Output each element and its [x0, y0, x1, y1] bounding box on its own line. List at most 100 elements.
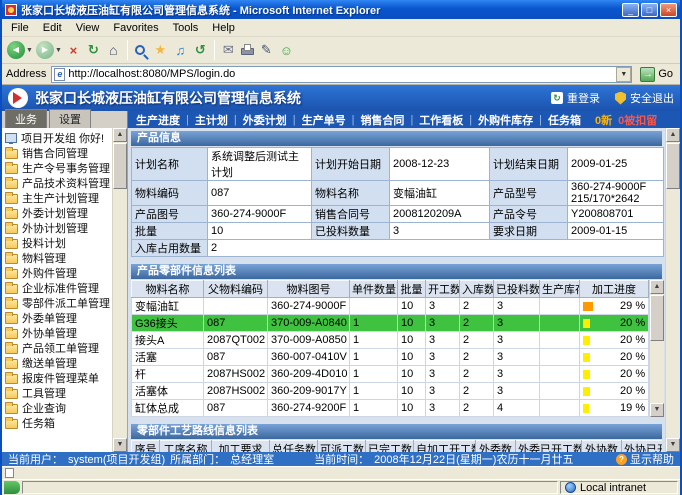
minimize-button[interactable]: _: [622, 3, 639, 17]
messenger-icon[interactable]: ☺: [278, 43, 295, 58]
table-row[interactable]: 活塞087360-007-0410V110323 20 %: [132, 349, 649, 366]
refresh-icon[interactable]: ↻: [85, 42, 102, 58]
menu-tools[interactable]: Tools: [166, 20, 206, 36]
sidebar-item[interactable]: 零部件派工单管理: [5, 295, 112, 310]
sidebar-item[interactable]: 外协单管理: [5, 325, 112, 340]
go-button[interactable]: → Go: [637, 67, 676, 82]
scroll-up-icon[interactable]: ▲: [113, 128, 127, 142]
sidebar-item-label: 外协单管理: [22, 325, 77, 340]
scrollbar-thumb[interactable]: [113, 143, 127, 189]
relogin-button[interactable]: ↻ 重登录: [551, 90, 600, 106]
sidebar-item[interactable]: 产品领工单管理: [5, 340, 112, 355]
table-row[interactable]: 变幅油缸360-274-9000F10323 29 %: [132, 298, 649, 315]
scroll-down-icon[interactable]: ▼: [666, 438, 680, 452]
sidebar-item[interactable]: 外委计划管理: [5, 205, 112, 220]
nav-item-5[interactable]: 工作看板: [419, 112, 463, 128]
menu-help[interactable]: Help: [205, 20, 242, 36]
address-input[interactable]: e http://localhost:8080/MPS/login.do ▼: [51, 66, 632, 83]
maximize-button[interactable]: □: [641, 3, 658, 17]
nav-item-4[interactable]: 销售合同: [360, 112, 404, 128]
progress-fill: [583, 387, 590, 396]
sidebar-item[interactable]: 物料管理: [5, 250, 112, 265]
sidebar-scrollbar[interactable]: ▲ ▼: [112, 128, 127, 452]
sidebar-item[interactable]: 缴送单管理: [5, 355, 112, 370]
scrollbar-thumb[interactable]: [650, 295, 664, 341]
back-dropdown-icon[interactable]: ▼: [26, 47, 33, 54]
tree-root[interactable]: 项目开发组 你好!: [5, 130, 112, 145]
sidebar-item[interactable]: 报废件管理菜单: [5, 370, 112, 385]
tab-business[interactable]: 业务: [5, 109, 47, 128]
cell: 087: [204, 400, 268, 417]
nav-item-6[interactable]: 外购件库存: [478, 112, 533, 128]
table-row[interactable]: 活塞体2087HS002360-209-9017Y110323 20 %: [132, 383, 649, 400]
sidebar-item[interactable]: 生产令号事务管理: [5, 160, 112, 175]
column-header: 开工数: [426, 281, 460, 298]
address-dropdown-icon[interactable]: ▼: [616, 67, 631, 82]
progress-fill: [583, 302, 593, 311]
title-bar[interactable]: 张家口长城液压油缸有限公司管理信息系统 - Microsoft Internet…: [2, 0, 680, 19]
scroll-up-icon[interactable]: ▲: [666, 128, 680, 142]
start-button-fragment[interactable]: [4, 481, 20, 494]
menu-view[interactable]: View: [69, 20, 107, 36]
forward-icon[interactable]: ▶: [36, 41, 54, 59]
print-icon[interactable]: [240, 44, 255, 56]
logout-button[interactable]: 安全退出: [615, 90, 674, 106]
scroll-up-icon[interactable]: ▲: [650, 280, 664, 294]
menu-favorites[interactable]: Favorites: [106, 20, 165, 36]
document-icon: [5, 468, 14, 478]
search-icon[interactable]: [135, 45, 145, 55]
nav-item-1[interactable]: 主计划: [195, 112, 228, 128]
sidebar-item[interactable]: 主生产计划管理: [5, 190, 112, 205]
sidebar-item[interactable]: 企业查询: [5, 400, 112, 415]
nav-item-7[interactable]: 任务箱: [548, 112, 581, 128]
home-icon[interactable]: ⌂: [105, 42, 122, 58]
table-row[interactable]: 缸体总成087360-274-9200F110324 19 %: [132, 400, 649, 417]
sidebar-item[interactable]: 外委单管理: [5, 310, 112, 325]
table-row[interactable]: 接头A2087QT002370-009-A0850110323 20 %: [132, 332, 649, 349]
edit-icon[interactable]: ✎: [258, 42, 275, 58]
menu-edit[interactable]: Edit: [36, 20, 69, 36]
sidebar-item[interactable]: 企业标准件管理: [5, 280, 112, 295]
scrollbar-thumb[interactable]: [666, 143, 680, 189]
sidebar-item[interactable]: 工具管理: [5, 385, 112, 400]
sidebar-item[interactable]: 外协计划管理: [5, 220, 112, 235]
time-value: 2008年12月22日(星期一)农历十一月廿五: [374, 452, 573, 466]
sidebar-item[interactable]: 投料计划: [5, 235, 112, 250]
scroll-down-icon[interactable]: ▼: [650, 403, 664, 417]
nav-item-3[interactable]: 生产单号: [302, 112, 346, 128]
nav-separator: |: [293, 114, 296, 126]
page-scrollbar[interactable]: ▲ ▼: [665, 128, 680, 452]
tab-settings[interactable]: 设置: [49, 109, 91, 128]
scroll-down-icon[interactable]: ▼: [113, 438, 127, 452]
cell: 3: [426, 349, 460, 366]
column-header: 可派工数: [318, 441, 366, 453]
cell: [540, 349, 580, 366]
favorites-icon[interactable]: ★: [152, 42, 169, 58]
sidebar-item[interactable]: 外购件管理: [5, 265, 112, 280]
cell: 2: [460, 383, 494, 400]
column-header: 外委已开工数: [516, 441, 582, 453]
stop-icon[interactable]: ×: [65, 43, 82, 58]
nav-item-2[interactable]: 外委计划: [243, 112, 287, 128]
go-label: Go: [658, 68, 673, 80]
table-row[interactable]: 杆2087HS002360-209-4D010110323 20 %: [132, 366, 649, 383]
cell: [204, 298, 268, 315]
mail-icon[interactable]: ✉: [220, 42, 237, 58]
back-icon[interactable]: ◀: [7, 41, 25, 59]
menu-file[interactable]: File: [4, 20, 36, 36]
sidebar-item[interactable]: 任务箱: [5, 415, 112, 430]
nav-item-0[interactable]: 生产进度: [136, 112, 180, 128]
product-info-header: 产品信息: [131, 131, 662, 146]
show-help-link[interactable]: ? 显示帮助: [616, 452, 674, 466]
forward-dropdown-icon[interactable]: ▼: [55, 47, 62, 54]
field-value: 系统调整后测试主计划: [208, 148, 312, 181]
parts-table-scrollbar[interactable]: ▲ ▼: [649, 280, 664, 417]
history-icon[interactable]: ↺: [192, 42, 209, 58]
cell: 3: [494, 349, 540, 366]
sidebar-item[interactable]: 销售合同管理: [5, 145, 112, 160]
media-icon[interactable]: ♫: [172, 43, 189, 58]
sidebar-item[interactable]: 产品技术资料管理: [5, 175, 112, 190]
field-label: 要求日期: [490, 223, 568, 240]
table-row[interactable]: G36接头087370-009-A0840110323 20 %: [132, 315, 649, 332]
close-button[interactable]: ×: [660, 3, 677, 17]
